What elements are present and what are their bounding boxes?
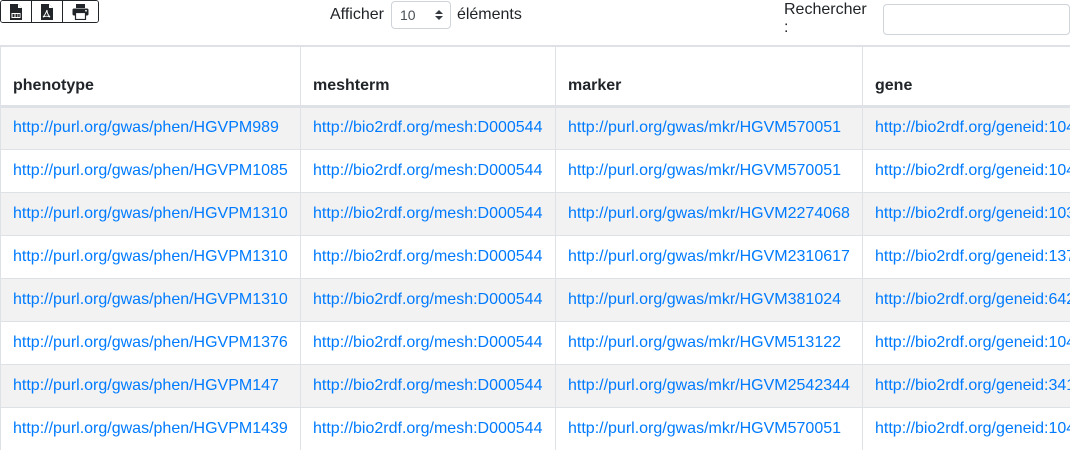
cell-link[interactable]: http://bio2rdf.org/geneid:104 <box>875 334 1070 351</box>
table-cell-marker: http://purl.org/gwas/mkr/HGVM570051 <box>555 106 863 150</box>
cell-link[interactable]: http://purl.org/gwas/mkr/HGVM570051 <box>568 420 841 437</box>
table-row: http://purl.org/gwas/phen/HGVPM1085 http:… <box>0 149 1070 193</box>
table-cell-phenotype: http://purl.org/gwas/phen/HGVPM1310 <box>0 278 301 322</box>
table-row: http://purl.org/gwas/phen/HGVPM1310 http:… <box>0 192 1070 236</box>
table-cell-meshterm: http://bio2rdf.org/mesh:D000544 <box>300 106 556 150</box>
table-cell-meshterm: http://bio2rdf.org/mesh:D000544 <box>300 192 556 236</box>
results-table: phenotype meshterm marker gene http://purl.… <box>0 45 1070 450</box>
table-cell-meshterm: http://bio2rdf.org/mesh:D000544 <box>300 235 556 279</box>
table-toolbar: Afficher 10 éléments Rechercher : <box>0 0 1070 44</box>
cell-link[interactable]: http://purl.org/gwas/phen/HGVPM147 <box>13 377 279 394</box>
cell-link[interactable]: http://bio2rdf.org/mesh:D000544 <box>313 334 542 351</box>
table-cell-phenotype: http://purl.org/gwas/phen/HGVPM1310 <box>0 192 301 236</box>
cell-link[interactable]: http://purl.org/gwas/phen/HGVPM1310 <box>13 205 288 222</box>
table-row: http://purl.org/gwas/phen/HGVPM1310 http:… <box>0 235 1070 279</box>
search-input[interactable] <box>883 3 1070 35</box>
table-cell-meshterm: http://bio2rdf.org/mesh:D000544 <box>300 278 556 322</box>
cell-link[interactable]: http://purl.org/gwas/mkr/HGVM2542344 <box>568 377 850 394</box>
table-body: http://purl.org/gwas/phen/HGVPM989 http:/… <box>0 106 1070 450</box>
table-cell-phenotype: http://purl.org/gwas/phen/HGVPM989 <box>0 106 301 150</box>
cell-link[interactable]: http://bio2rdf.org/mesh:D000544 <box>313 119 542 136</box>
table-cell-marker: http://purl.org/gwas/mkr/HGVM381024 <box>555 278 863 322</box>
cell-link[interactable]: http://bio2rdf.org/mesh:D000544 <box>313 248 542 265</box>
table-cell-gene: http://bio2rdf.org/geneid:104 <box>862 106 1070 150</box>
cell-link[interactable]: http://bio2rdf.org/geneid:104 <box>875 162 1070 179</box>
export-button-group <box>0 0 99 23</box>
results-table-wrapper: phenotype meshterm marker gene http://purl.… <box>0 45 1070 450</box>
cell-link[interactable]: http://purl.org/gwas/phen/HGVPM989 <box>13 119 279 136</box>
export-csv-button[interactable] <box>1 1 32 22</box>
table-cell-gene: http://bio2rdf.org/geneid:104 <box>862 149 1070 193</box>
select-arrows-icon <box>434 10 443 20</box>
table-cell-gene: http://bio2rdf.org/geneid:642 <box>862 278 1070 322</box>
table-row: http://purl.org/gwas/phen/HGVPM989 http:/… <box>0 106 1070 150</box>
table-row: http://purl.org/gwas/phen/HGVPM1310 http:… <box>0 278 1070 322</box>
table-cell-gene: http://bio2rdf.org/geneid:137 <box>862 235 1070 279</box>
cell-link[interactable]: http://bio2rdf.org/mesh:D000544 <box>313 420 542 437</box>
table-cell-marker: http://purl.org/gwas/mkr/HGVM570051 <box>555 149 863 193</box>
table-row: http://purl.org/gwas/phen/HGVPM1376 http:… <box>0 321 1070 365</box>
table-cell-gene: http://bio2rdf.org/geneid:104 <box>862 407 1070 450</box>
table-cell-gene: http://bio2rdf.org/geneid:103 <box>862 192 1070 236</box>
table-row: http://purl.org/gwas/phen/HGVPM147 http:/… <box>0 364 1070 408</box>
table-cell-phenotype: http://purl.org/gwas/phen/HGVPM1085 <box>0 149 301 193</box>
cell-link[interactable]: http://purl.org/gwas/phen/HGVPM1439 <box>13 420 288 437</box>
table-cell-gene: http://bio2rdf.org/geneid:104 <box>862 321 1070 365</box>
search-control: Rechercher : <box>784 1 1070 37</box>
table-cell-meshterm: http://bio2rdf.org/mesh:D000544 <box>300 321 556 365</box>
pdf-file-icon <box>41 3 53 20</box>
page-length-value: 10 <box>399 7 416 23</box>
cell-link[interactable]: http://purl.org/gwas/phen/HGVPM1310 <box>13 248 288 265</box>
table-cell-marker: http://purl.org/gwas/mkr/HGVM2310617 <box>555 235 863 279</box>
cell-link[interactable]: http://purl.org/gwas/phen/HGVPM1376 <box>13 334 288 351</box>
csv-file-icon <box>10 3 22 20</box>
table-cell-gene: http://bio2rdf.org/geneid:341 <box>862 364 1070 408</box>
cell-link[interactable]: http://purl.org/gwas/mkr/HGVM381024 <box>568 291 841 308</box>
search-label: Rechercher : <box>784 1 867 36</box>
cell-link[interactable]: http://bio2rdf.org/geneid:104 <box>875 420 1070 437</box>
table-cell-marker: http://purl.org/gwas/mkr/HGVM570051 <box>555 407 863 450</box>
cell-link[interactable]: http://bio2rdf.org/geneid:104 <box>875 119 1070 136</box>
cell-link[interactable]: http://purl.org/gwas/mkr/HGVM2274068 <box>568 205 850 222</box>
column-header-phenotype[interactable]: phenotype <box>0 45 301 108</box>
table-cell-marker: http://purl.org/gwas/mkr/HGVM2274068 <box>555 192 863 236</box>
cell-link[interactable]: http://purl.org/gwas/mkr/HGVM513122 <box>568 334 841 351</box>
cell-link[interactable]: http://bio2rdf.org/geneid:103 <box>875 205 1070 222</box>
cell-link[interactable]: http://purl.org/gwas/mkr/HGVM2310617 <box>568 248 850 265</box>
cell-link[interactable]: http://bio2rdf.org/mesh:D000544 <box>313 205 542 222</box>
printer-icon <box>72 3 89 20</box>
print-button[interactable] <box>63 1 98 22</box>
table-cell-phenotype: http://purl.org/gwas/phen/HGVPM147 <box>0 364 301 408</box>
table-cell-phenotype: http://purl.org/gwas/phen/HGVPM1376 <box>0 321 301 365</box>
table-cell-marker: http://purl.org/gwas/mkr/HGVM2542344 <box>555 364 863 408</box>
table-cell-meshterm: http://bio2rdf.org/mesh:D000544 <box>300 364 556 408</box>
cell-link[interactable]: http://purl.org/gwas/mkr/HGVM570051 <box>568 119 841 136</box>
export-pdf-button[interactable] <box>32 1 63 22</box>
cell-link[interactable]: http://bio2rdf.org/mesh:D000544 <box>313 291 542 308</box>
table-row: http://purl.org/gwas/phen/HGVPM1439 http:… <box>0 407 1070 450</box>
length-suffix-label: éléments <box>456 6 522 23</box>
table-cell-meshterm: http://bio2rdf.org/mesh:D000544 <box>300 407 556 450</box>
cell-link[interactable]: http://bio2rdf.org/geneid:137 <box>875 248 1070 265</box>
cell-link[interactable]: http://bio2rdf.org/geneid:341 <box>875 377 1070 394</box>
cell-link[interactable]: http://purl.org/gwas/phen/HGVPM1310 <box>13 291 288 308</box>
page-length-control: Afficher 10 éléments <box>330 1 522 29</box>
cell-link[interactable]: http://bio2rdf.org/mesh:D000544 <box>313 377 542 394</box>
cell-link[interactable]: http://purl.org/gwas/mkr/HGVM570051 <box>568 162 841 179</box>
column-header-marker[interactable]: marker <box>555 45 863 108</box>
cell-link[interactable]: http://bio2rdf.org/mesh:D000544 <box>313 162 542 179</box>
cell-link[interactable]: http://purl.org/gwas/phen/HGVPM1085 <box>13 162 288 179</box>
length-prefix-label: Afficher <box>330 6 384 23</box>
page-length-select[interactable]: 10 <box>390 1 451 29</box>
table-header-row: phenotype meshterm marker gene <box>0 45 1070 108</box>
column-header-gene[interactable]: gene <box>862 45 1070 108</box>
column-header-meshterm[interactable]: meshterm <box>300 45 556 108</box>
table-cell-phenotype: http://purl.org/gwas/phen/HGVPM1310 <box>0 235 301 279</box>
table-cell-phenotype: http://purl.org/gwas/phen/HGVPM1439 <box>0 407 301 450</box>
table-cell-marker: http://purl.org/gwas/mkr/HGVM513122 <box>555 321 863 365</box>
cell-link[interactable]: http://bio2rdf.org/geneid:642 <box>875 291 1070 308</box>
table-cell-meshterm: http://bio2rdf.org/mesh:D000544 <box>300 149 556 193</box>
